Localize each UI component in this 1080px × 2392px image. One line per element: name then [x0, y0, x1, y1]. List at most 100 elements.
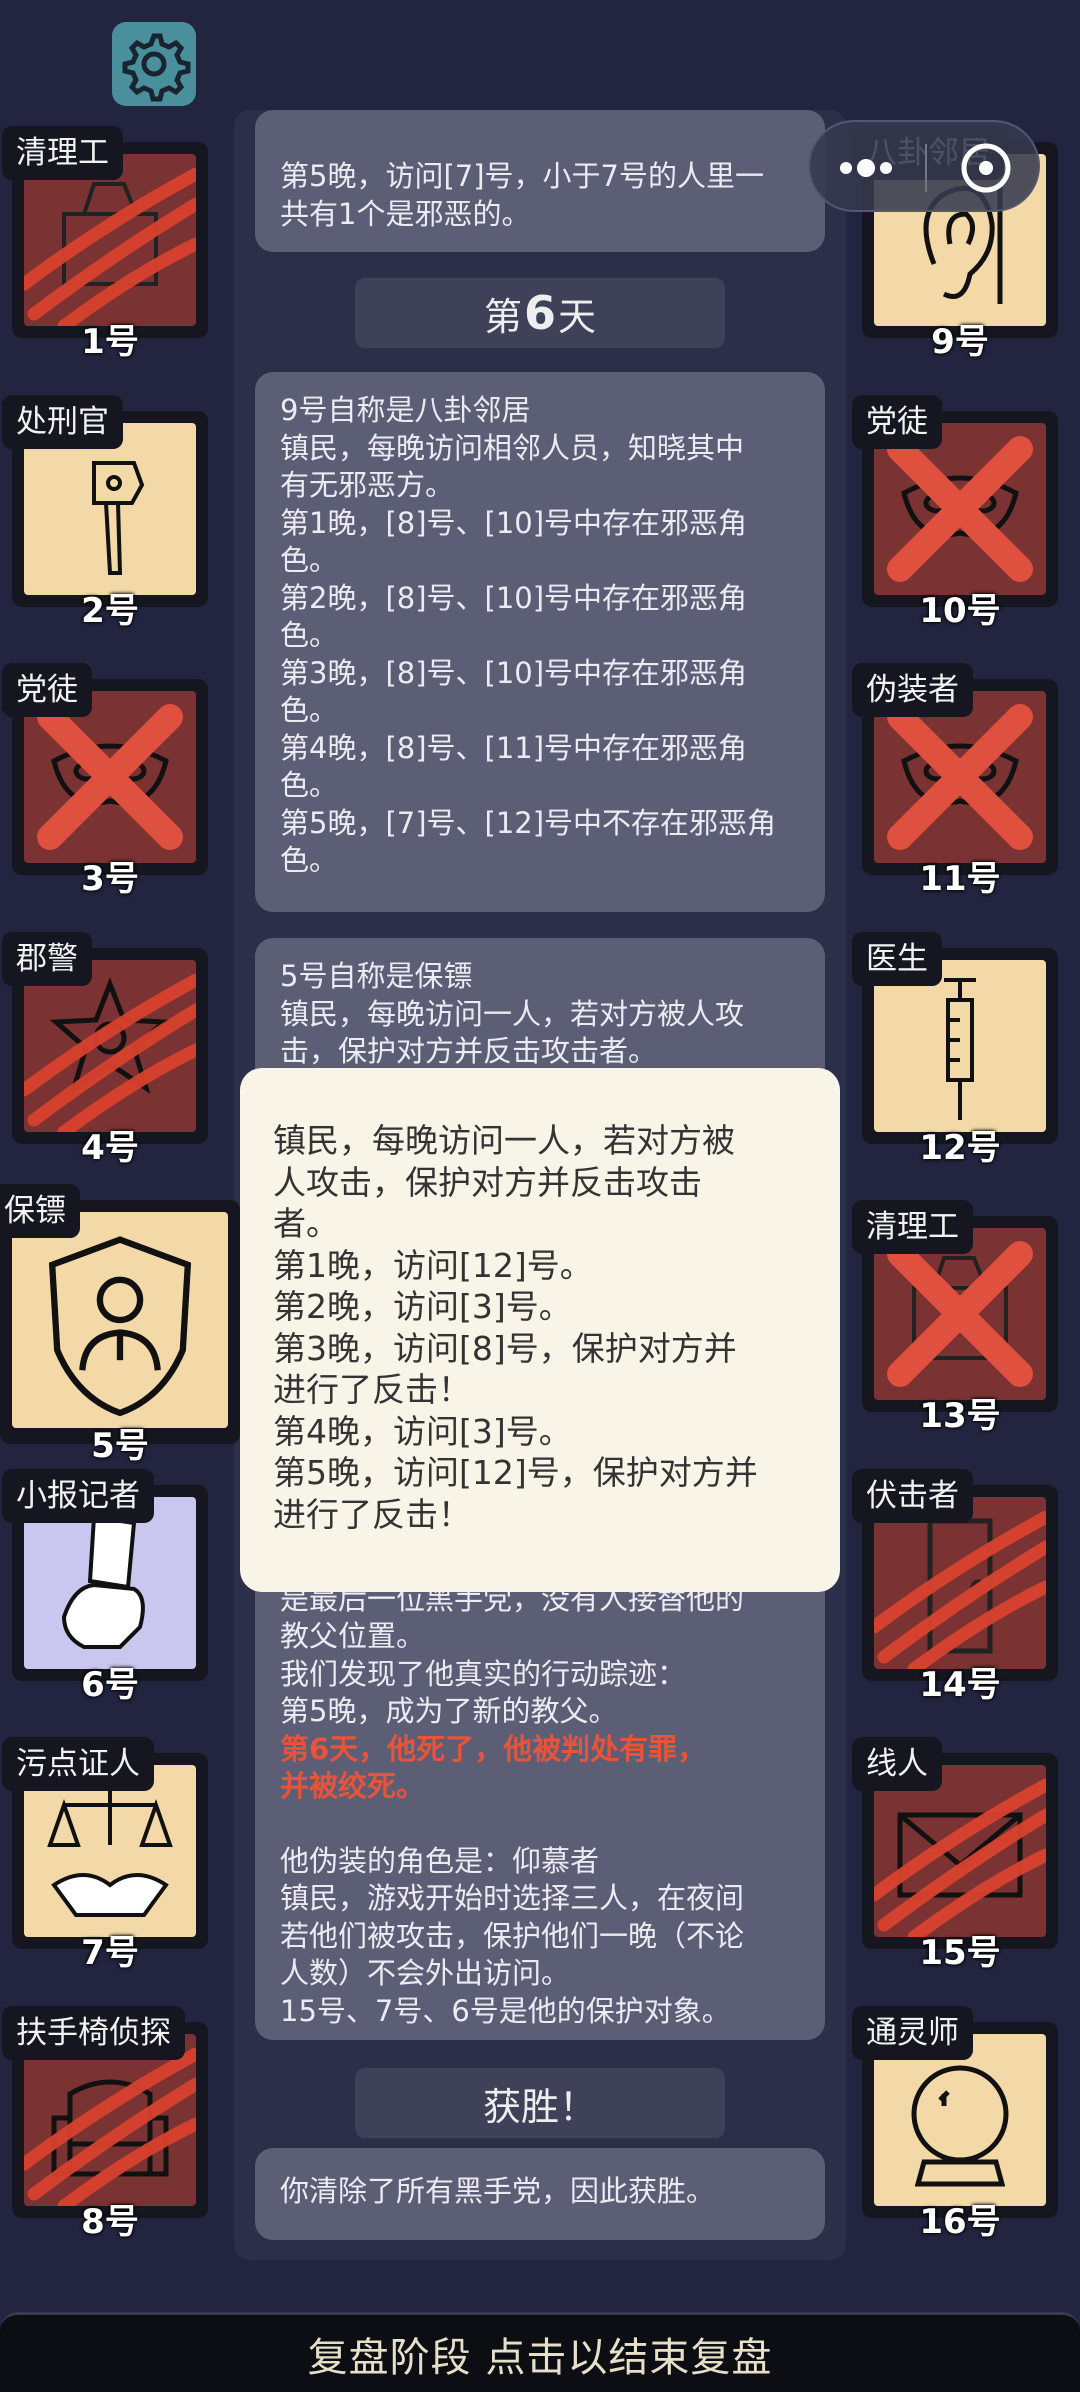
player-tile-12[interactable]: 医生 12号: [852, 931, 1058, 1168]
popup-line: 进行了反击！: [273, 1494, 471, 1534]
player-number: 5号: [91, 1426, 149, 1466]
log-line: 色。: [280, 843, 339, 877]
player-tile-14[interactable]: 伏击者 14号: [852, 1468, 1058, 1705]
log-line: 第1晚，[8]号、[10]号中存在邪恶角: [280, 505, 748, 540]
player-tile-7[interactable]: 污点证人 7号: [2, 1737, 208, 1973]
role-label: 处刑官: [2, 394, 123, 449]
player-number: 1号: [81, 322, 139, 362]
end-review-label: 复盘阶段 点击以结束复盘: [307, 2334, 773, 2381]
mini-program-capsule[interactable]: [808, 120, 1040, 212]
player-number: 6号: [81, 1664, 139, 1705]
victory-header: 获胜！: [355, 2068, 725, 2138]
player-number: 9号: [931, 322, 989, 362]
log-line: 人数）不会外出访问。: [280, 1956, 571, 1990]
popup-line: 进行了反击！: [273, 1370, 471, 1409]
popup-line: 第4晚，访问[3]号。: [273, 1411, 572, 1451]
role-label: 小报记者: [2, 1468, 154, 1523]
log-line: 色。: [280, 618, 339, 652]
role-label: 清理工: [2, 126, 123, 180]
role-detail-popup[interactable]: 镇民，每晚访问一人，若对方被 人攻击，保护对方并反击攻击 者。 第1晚，访问[1…: [240, 1068, 840, 1592]
player-tile-11[interactable]: 伪装者 11号: [852, 663, 1058, 899]
popup-line: 第1晚，访问[12]号。: [273, 1245, 593, 1285]
role-label: 保镖: [0, 1184, 80, 1238]
player-number: 11号: [919, 859, 1001, 899]
popup-line: 人攻击，保护对方并反击攻击: [273, 1162, 702, 1202]
popup-line: 第5晚，访问[12]号，保护对方并: [273, 1453, 758, 1492]
log-line: 色。: [280, 768, 339, 802]
player-number: 14号: [919, 1664, 1001, 1705]
player-tile-4[interactable]: 郡警 4号: [2, 931, 208, 1168]
player-number: 12号: [919, 1127, 1001, 1168]
shield-person-icon: [48, 1236, 192, 1417]
target-icon: [961, 143, 1011, 193]
player-tile-1[interactable]: 清理工 1号: [2, 126, 208, 362]
log-card-previous: 第5晚，访问[7]号，小于7号的人里一 共有1个是邪恶的。: [255, 110, 825, 252]
role-label: 清理工: [852, 1200, 973, 1254]
gear-icon: [122, 33, 191, 102]
end-review-button[interactable]: 复盘阶段 点击以结束复盘: [0, 2312, 1080, 2392]
role-label: 郡警: [2, 931, 92, 986]
role-label: 伪装者: [852, 663, 973, 717]
role-label: 污点证人: [2, 1737, 154, 1791]
victory-header-text: 获胜！: [482, 2084, 597, 2129]
log-line: 若他们被攻击，保护他们一晚（不论: [280, 1918, 745, 1953]
log-line: 他伪装的角色是：仰慕者: [280, 1843, 600, 1878]
role-label: 扶手椅侦探: [2, 2005, 185, 2060]
log-line: 15号、7号、6号是他的保护对象。: [280, 1993, 731, 2028]
log-line: 教父位置。: [280, 1619, 426, 1653]
player-tile-13[interactable]: 清理工 13号: [852, 1200, 1058, 1436]
log-line: 击，保护对方并反击攻击者。: [280, 1034, 658, 1068]
player-portrait: [12, 1212, 228, 1428]
popup-line: 镇民，每晚访问一人，若对方被: [273, 1121, 735, 1160]
player-number: 3号: [81, 859, 139, 899]
day-number: 6: [523, 286, 556, 340]
log-line: 镇民，每晚访问相邻人员，知晓其中: [280, 430, 745, 465]
log-line: 镇民，游戏开始时选择三人，在夜间: [280, 1881, 745, 1915]
verdict-line: 第6天，他死了，他被判处有罪，: [280, 1731, 707, 1766]
log-line: 镇民，每晚访问一人，若对方被人攻: [280, 996, 745, 1031]
player-tile-15[interactable]: 线人 15号: [852, 1737, 1058, 1973]
log-line: 9号自称是八卦邻居: [280, 393, 531, 427]
day-suffix: 天: [558, 294, 597, 339]
victory-text: 你清除了所有黑手党，因此获胜。: [280, 2174, 716, 2208]
player-number: 8号: [81, 2201, 139, 2242]
log-line: 有无邪恶方。: [280, 468, 455, 502]
settings-button[interactable]: [112, 22, 196, 106]
log-line: 第5晚，[7]号、[12]号中不存在邪恶角: [280, 805, 777, 840]
player-number: 4号: [81, 1127, 139, 1168]
log-line: 我们发现了他真实的行动踪迹：: [280, 1656, 687, 1691]
player-tile-6[interactable]: 小报记者 6号: [2, 1468, 208, 1705]
player-tile-8[interactable]: 扶手椅侦探 8号: [2, 2005, 208, 2242]
log-line: 5号自称是保镖: [280, 959, 473, 993]
role-label: 党徒: [852, 394, 942, 449]
player-number: 16号: [919, 2201, 1001, 2242]
log-line: 第4晚，[8]号、[11]号中存在邪恶角: [280, 730, 748, 765]
player-tile-10[interactable]: 党徒 10号: [852, 394, 1058, 631]
player-number: 15号: [919, 1933, 1001, 1973]
player-number: 7号: [81, 1933, 139, 1973]
verdict-line: 并被绞死。: [280, 1769, 426, 1803]
popup-line: 者。: [273, 1204, 339, 1243]
log-line: 共有1个是邪恶的。: [280, 196, 531, 231]
player-tile-16[interactable]: 通灵师 16号: [852, 2005, 1058, 2242]
player-number: 13号: [919, 1396, 1001, 1436]
log-line: 色。: [280, 693, 339, 727]
log-line: 第5晚，成为了新的教父。: [280, 1694, 618, 1728]
day-prefix: 第: [483, 294, 522, 339]
log-line: 第3晚，[8]号、[10]号中存在邪恶角: [280, 655, 748, 690]
role-label: 党徒: [2, 663, 92, 717]
victory-card: 你清除了所有黑手党，因此获胜。: [255, 2148, 825, 2240]
more-dots-icon[interactable]: [810, 122, 1042, 214]
role-label: 线人: [852, 1737, 942, 1791]
popup-line: 第2晚，访问[3]号。: [273, 1287, 572, 1326]
day-header: 第6天: [355, 278, 725, 348]
log-card-gossip: 9号自称是八卦邻居 镇民，每晚访问相邻人员，知晓其中 有无邪恶方。 第1晚，[8…: [255, 372, 825, 912]
role-label: 医生: [852, 931, 942, 986]
player-number: 2号: [81, 590, 139, 631]
log-line: 色。: [280, 543, 339, 577]
player-tile-2[interactable]: 处刑官 2号: [2, 394, 208, 631]
player-tile-3[interactable]: 党徒 3号: [2, 663, 208, 899]
role-label: 伏击者: [852, 1468, 973, 1523]
role-label: 通灵师: [852, 2005, 973, 2060]
player-tile-5[interactable]: 保镖 5号: [0, 1184, 240, 1466]
